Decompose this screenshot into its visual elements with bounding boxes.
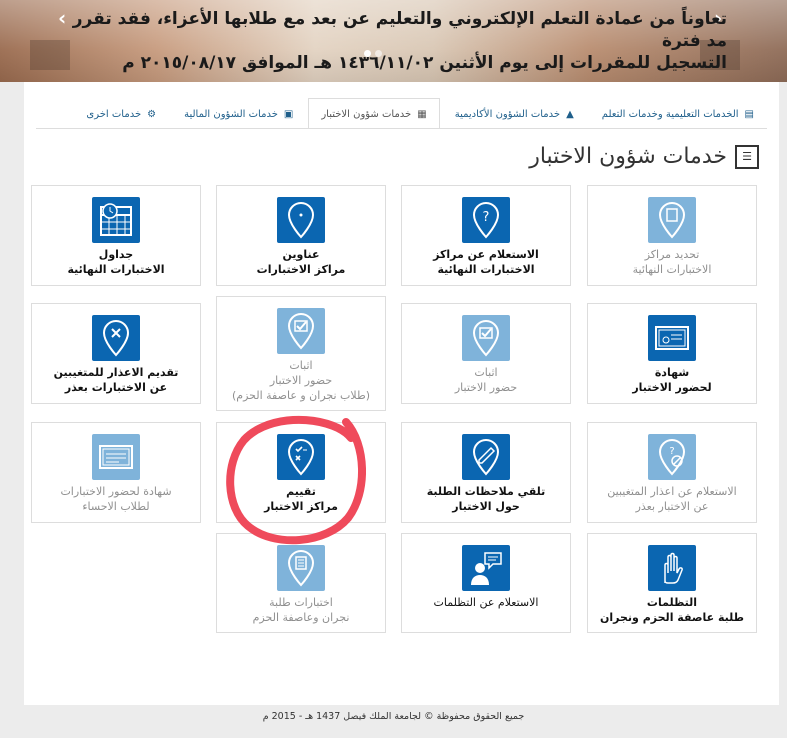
tab-divider bbox=[36, 128, 767, 129]
banner-pager[interactable] bbox=[364, 50, 382, 57]
card-line: حضور الاختبار bbox=[454, 381, 518, 394]
tab-exam-affairs[interactable]: ▦ خدمات شؤون الاختبار bbox=[308, 98, 440, 129]
card-line: طلبة عاصفة الحزم ونجران bbox=[600, 611, 744, 624]
card-line: عن الاختبار بعذر bbox=[635, 500, 709, 513]
card-inquire-grievances[interactable]: الاستعلام عن التظلمات bbox=[401, 533, 571, 633]
card-line: الاستعلام عن التظلمات bbox=[433, 596, 539, 609]
svg-text:?: ? bbox=[669, 446, 674, 457]
exam-icon: ☰ bbox=[735, 144, 759, 169]
card-submit-absence-excuses[interactable]: تقديم الاعذار للمتغيبين عن الاختبارات بعذ… bbox=[31, 303, 201, 404]
question-block-pin-icon: ? bbox=[648, 434, 696, 480]
check-pin-icon bbox=[462, 315, 510, 361]
tab-label: خدمات الشؤون الأكاديمية bbox=[454, 108, 561, 120]
page-title: ☰ خدمات شؤون الاختبار bbox=[529, 144, 759, 169]
card-line: شهادة bbox=[654, 366, 690, 379]
tab-label: خدمات اخرى bbox=[86, 108, 142, 120]
card-line: الاختبارات النهائية bbox=[437, 263, 535, 276]
card-attendance-proof-najran[interactable]: اثبات حضور الاختبار (طلاب نجران و عاصفة ال… bbox=[216, 296, 386, 411]
card-line: جداول bbox=[98, 248, 134, 261]
document-icon: ▤ bbox=[744, 108, 754, 120]
footer-copyright: جميع الحقوق محفوظة © لجامعة الملك فيصل 1… bbox=[262, 711, 525, 722]
card-line: نجران وعاصفة الحزم bbox=[252, 611, 350, 624]
card-line: لطلاب الاحساء bbox=[82, 500, 150, 513]
evaluate-pin-icon bbox=[277, 434, 325, 480]
card-line: الاستعلام عن اعذار المتغيبين bbox=[607, 485, 737, 498]
tab-label: خدمات شؤون الاختبار bbox=[321, 108, 412, 120]
card-alahsa-certificate[interactable]: شهادة لحضور الاختبارات لطلاب الاحساء bbox=[31, 422, 201, 523]
svg-text:?: ? bbox=[483, 210, 490, 225]
services-tabs: ▤ الخدمات التعليمية وخدمات التعلم ▲ خدما… bbox=[73, 98, 767, 129]
announcement-banner: ‹ › تعاوناً من عمادة التعلم الإلكتروني و… bbox=[0, 0, 787, 82]
pen-pin-icon bbox=[462, 434, 510, 480]
card-line: مراكز الاختبارات bbox=[256, 263, 346, 276]
tab-other-services[interactable]: ⚙ خدمات اخرى bbox=[73, 98, 169, 129]
card-line: اثبات bbox=[474, 366, 498, 379]
card-line: شهادة لحضور الاختبارات bbox=[60, 485, 172, 498]
gear-icon: ⚙ bbox=[147, 108, 157, 120]
card-line: حضور الاختبار bbox=[269, 374, 333, 387]
exam-icon: ▦ bbox=[417, 108, 427, 120]
card-inquire-absence-excuses[interactable]: ? الاستعلام عن اعذار المتغيبين عن الاختبا… bbox=[587, 422, 757, 523]
card-line: اثبات bbox=[289, 359, 313, 372]
tab-label: خدمات الشؤون المالية bbox=[184, 108, 278, 120]
location-pin-icon bbox=[648, 197, 696, 243]
page-title-text: خدمات شؤون الاختبار bbox=[529, 144, 727, 169]
certificate-icon bbox=[92, 434, 140, 480]
card-line: مراكز الاختبار bbox=[264, 500, 338, 513]
card-najran-student-exams[interactable]: اختبارات طلبة نجران وعاصفة الحزم bbox=[216, 533, 386, 633]
card-set-exam-centers[interactable]: تحديد مراكز الاختبارات النهائية bbox=[587, 185, 757, 286]
banner-line-1: تعاوناً من عمادة التعلم الإلكتروني والتع… bbox=[72, 9, 727, 51]
banner-dot[interactable] bbox=[364, 50, 371, 57]
tab-learning-services[interactable]: ▤ الخدمات التعليمية وخدمات التعلم bbox=[589, 98, 767, 129]
card-line: اختبارات طلبة bbox=[269, 596, 333, 609]
card-line: الاختبارات النهائية bbox=[67, 263, 165, 276]
money-icon: ▣ bbox=[283, 108, 294, 120]
tab-label: الخدمات التعليمية وخدمات التعلم bbox=[601, 108, 739, 120]
card-line: تلقي ملاحظات الطلبة bbox=[426, 485, 546, 498]
question-pin-icon: ? bbox=[462, 197, 510, 243]
card-line: (طلاب نجران و عاصفة الحزم) bbox=[231, 389, 371, 402]
banner-text: تعاوناً من عمادة التعلم الإلكتروني والتع… bbox=[47, 8, 727, 74]
card-line: الاختبارات النهائية bbox=[632, 263, 712, 276]
card-line: عن الاختبارات بعذر bbox=[64, 381, 168, 394]
card-attendance-certificate[interactable]: شهادة لحضور الاختبار bbox=[587, 303, 757, 404]
calendar-clock-icon bbox=[92, 197, 140, 243]
graduation-cap-icon: ▲ bbox=[566, 108, 574, 120]
card-line: حول الاختبار bbox=[452, 500, 520, 513]
pin-x-icon bbox=[92, 315, 140, 361]
person-speech-icon bbox=[462, 545, 510, 591]
card-exam-center-addresses[interactable]: عناوين مراكز الاختبارات bbox=[216, 185, 386, 286]
card-line: تقديم الاعذار للمتغيبين bbox=[53, 366, 179, 379]
card-line: التظلمات bbox=[646, 596, 698, 609]
card-final-exam-schedules[interactable]: جداول الاختبارات النهائية bbox=[31, 185, 201, 286]
banner-line-2: التسجيل للمقررات إلى يوم الأثنين ١٤٣٦/١١… bbox=[122, 53, 727, 73]
banner-dot[interactable] bbox=[375, 50, 382, 57]
location-pin-icon bbox=[277, 197, 325, 243]
card-attendance-proof[interactable]: اثبات حضور الاختبار bbox=[401, 303, 571, 404]
tab-academic-affairs[interactable]: ▲ خدمات الشؤون الأكاديمية bbox=[442, 98, 587, 129]
card-inquire-exam-centers[interactable]: ? الاستعلام عن مراكز الاختبارات النهائية bbox=[401, 185, 571, 286]
certificate-icon bbox=[648, 315, 696, 361]
list-pin-icon bbox=[277, 545, 325, 591]
hand-icon bbox=[648, 545, 696, 591]
card-line: عناوين bbox=[282, 248, 320, 261]
card-line: تقييم bbox=[286, 485, 316, 498]
card-student-feedback[interactable]: تلقي ملاحظات الطلبة حول الاختبار bbox=[401, 422, 571, 523]
tab-financial-affairs[interactable]: ▣ خدمات الشؤون المالية bbox=[171, 98, 306, 129]
card-line: الاستعلام عن مراكز bbox=[433, 248, 539, 261]
card-line: تحديد مراكز bbox=[644, 248, 700, 261]
card-grievances[interactable]: التظلمات طلبة عاصفة الحزم ونجران bbox=[587, 533, 757, 633]
check-pin-icon bbox=[277, 308, 325, 354]
card-evaluate-exam-centers[interactable]: تقييم مراكز الاختبار bbox=[216, 422, 386, 523]
card-line: لحضور الاختبار bbox=[632, 381, 712, 394]
